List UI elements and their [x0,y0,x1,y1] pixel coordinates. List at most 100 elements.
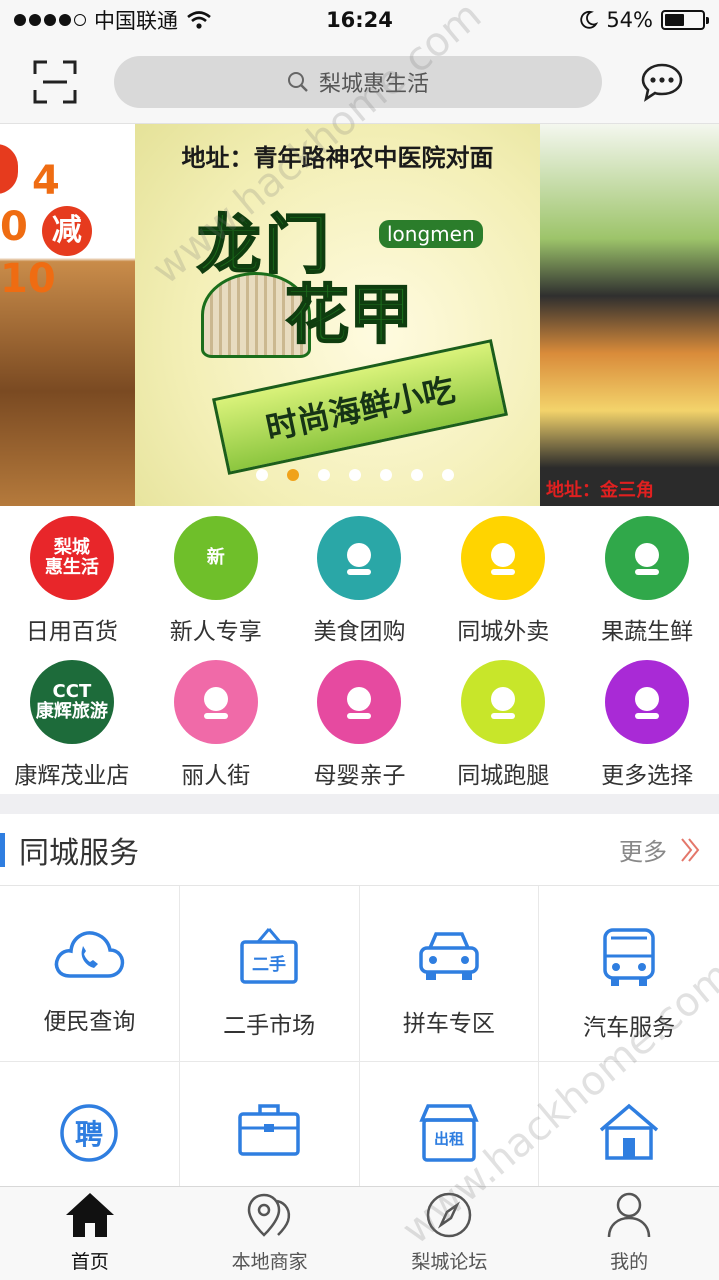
carousel-dot[interactable] [317,469,330,481]
search-input[interactable]: 梨城惠生活 [114,55,602,108]
carousel-dot[interactable] [379,469,392,481]
category-label: 新人专享 [169,619,262,645]
category-item[interactable]: 母婴亲子 [288,650,432,794]
services-header: 同城服务 更多 [0,814,719,886]
status-left: 中国联通 [14,5,212,35]
promo-discount: 0 减 10 [0,204,135,302]
category-label: 母婴亲子 [313,763,406,789]
service-item[interactable] [180,1062,360,1186]
category-label: 日用百货 [25,619,118,645]
banner-address: 地址：青年路神农中医院对面 [181,144,494,172]
message-button[interactable] [632,52,692,112]
promo-top: 4 [0,144,60,204]
scan-icon [33,60,77,103]
icon-sign-text: 聘 [75,1118,103,1151]
search-placeholder: 梨城惠生活 [318,71,429,97]
services-more-label: 更多 [619,838,667,866]
status-right: 54% [578,8,709,32]
tab-label: 首页 [70,1251,109,1273]
services-title: 同城服务 [0,828,139,872]
status-bar: 中国联通 16:24 54% [0,0,719,40]
service-item[interactable]: 汽车服务 [539,886,719,1062]
person-icon [603,1191,655,1243]
banner-slide-previous[interactable]: 4 0 减 10 [0,124,135,506]
double-chevron-right-icon [681,837,700,862]
banner-slide-current[interactable]: 地址：青年路神农中医院对面 龙门 花甲 longmen 时尚海鲜小吃 [135,124,540,506]
tab-label: 梨城论坛 [411,1251,488,1273]
service-label: 拼车专区 [402,1011,495,1037]
banner-carousel[interactable]: 4 0 减 10 地址：青年路神农中医院对面 龙门 花甲 longmen 时尚海… [0,124,719,506]
wifi-icon [187,11,211,29]
icon-sign-text: 出租 [434,1130,464,1148]
carrier-name: 中国联通 [94,9,178,33]
bottom-tab-bar: 首页 本地商家 梨城论坛 我的 [0,1186,719,1280]
scan-button[interactable] [22,49,88,115]
carousel-dot[interactable] [348,469,361,481]
location-pin-icon [244,1191,296,1243]
secondhand-sign-icon: 二手 [238,926,300,990]
newcomer-icon: 新 [173,516,258,600]
home-icon [64,1191,116,1243]
category-label: 果蔬生鲜 [601,619,694,645]
services-more-link[interactable]: 更多 [619,832,719,867]
service-item[interactable]: 二手 二手市场 [179,886,360,1062]
briefcase-icon [236,1102,302,1162]
category-item[interactable]: 美食团购 [288,506,432,650]
carousel-dots [0,469,719,481]
promo-number: 10 [0,256,56,302]
service-label: 汽车服务 [583,1015,676,1041]
category-label: 同城外卖 [457,619,550,645]
tab-label: 我的 [610,1251,649,1273]
category-item[interactable]: 丽人街 [144,650,288,794]
banner-slide-next[interactable]: 地址：金三角 [540,124,719,506]
category-label: 丽人街 [181,763,251,789]
banner-logo-en: longmen [379,220,483,248]
tab-home[interactable]: 首页 [0,1187,180,1280]
tab-compass[interactable]: 梨城论坛 [360,1187,540,1280]
service-item[interactable]: 便民查询 [0,886,180,1062]
category-item[interactable]: 果蔬生鲜 [575,506,719,650]
category-item[interactable]: 更多选择 [575,650,719,794]
carousel-dot[interactable] [286,469,299,481]
service-label: 二手市场 [223,1013,316,1039]
carousel-dot[interactable] [410,469,423,481]
beauty-icon [173,660,258,744]
tab-person[interactable]: 我的 [539,1187,719,1280]
car-icon [416,926,482,988]
daily-goods-icon: 梨城 惠生活 [29,516,114,600]
promo-jian-badge: 减 [41,206,92,256]
cct-logo-icon: CCT 康辉旅游 [29,660,114,744]
category-item[interactable]: CCT 康辉旅游康辉茂业店 [0,650,144,794]
compass-icon [423,1191,475,1243]
category-item[interactable]: 新新人专享 [144,506,288,650]
promo-top-number: 4 [31,158,60,204]
services-grid: 便民查询 二手 二手市场 拼车专区 汽车服务聘出租 [0,886,719,1186]
category-item[interactable]: 同城跑腿 [431,650,575,794]
category-label: 美食团购 [313,619,406,645]
runner-icon [461,660,546,744]
battery-icon [661,10,709,30]
mother-baby-icon [317,660,402,744]
rental-shop-icon: 出租 [416,1102,482,1168]
service-item[interactable]: 拼车专区 [359,886,540,1062]
section-divider [0,794,719,814]
service-item[interactable]: 聘 [0,1062,180,1186]
carousel-dot[interactable] [255,469,268,481]
tab-label: 本地商家 [231,1251,308,1273]
category-label: 更多选择 [601,763,694,789]
service-item[interactable] [539,1062,719,1186]
carousel-dot[interactable] [441,469,454,481]
category-label: 康辉茂业店 [14,763,130,789]
chef-icon [317,516,402,600]
more-options-icon [605,660,690,744]
battery-fill [665,14,685,26]
house-icon [597,1102,661,1166]
promo-prefix: 0 [0,204,28,250]
search-icon [287,71,308,92]
delivery-icon [461,516,546,600]
category-item[interactable]: 同城外卖 [431,506,575,650]
recruit-icon: 聘 [58,1102,120,1168]
service-item[interactable]: 出租 [360,1062,540,1186]
tab-location-pin[interactable]: 本地商家 [180,1187,360,1280]
category-item[interactable]: 梨城 惠生活日用百货 [0,506,144,650]
